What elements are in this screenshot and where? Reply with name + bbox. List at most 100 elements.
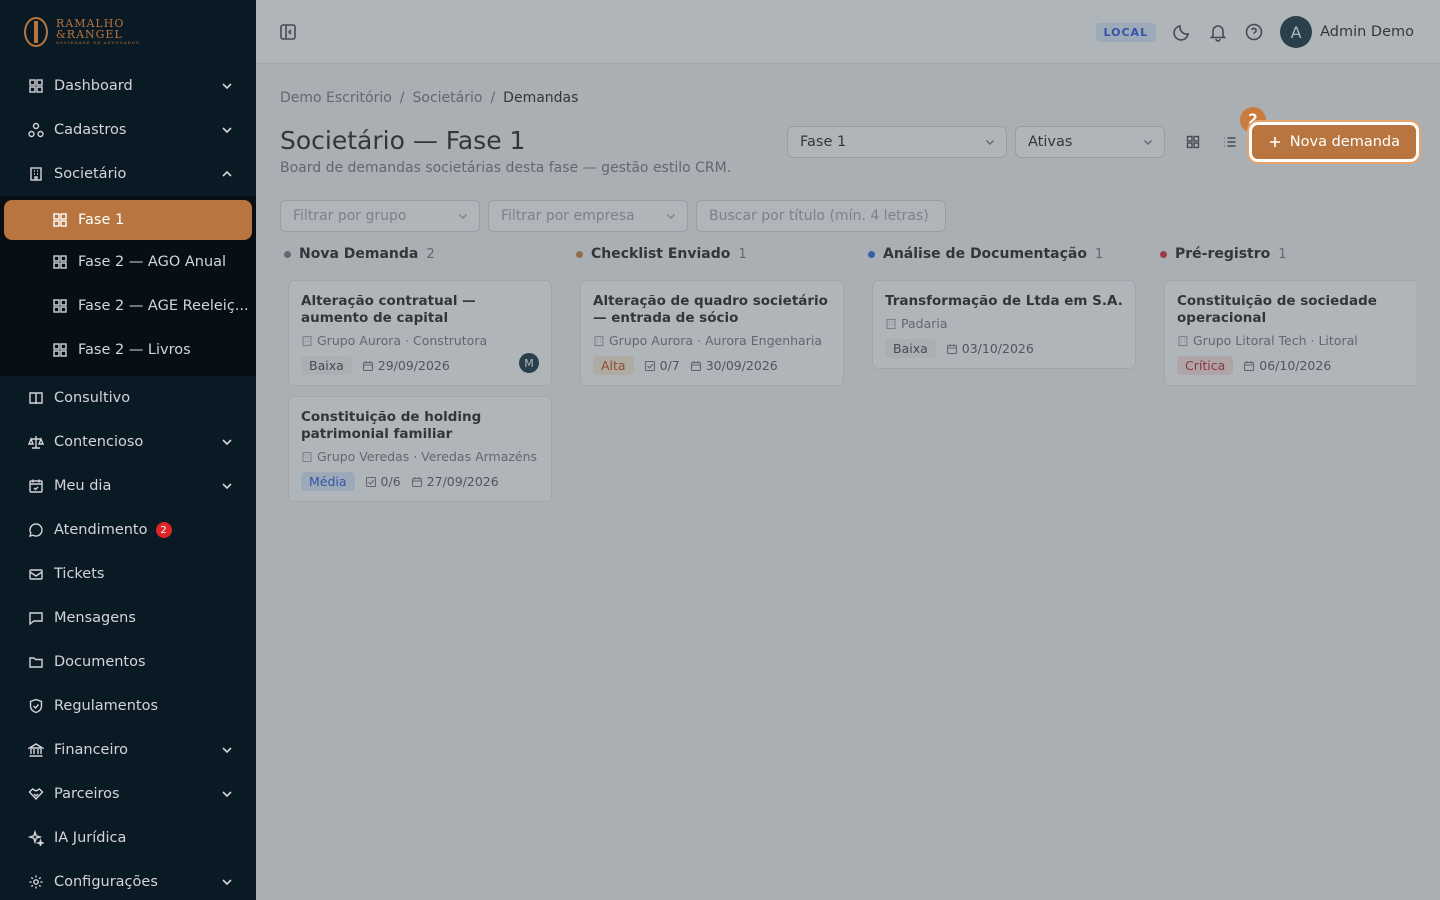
shield-icon (28, 698, 44, 714)
board-view-button[interactable] (1179, 128, 1207, 156)
sidebar-item-societario[interactable]: Societário (0, 152, 256, 196)
sidebar-item-contencioso[interactable]: Contencioso (0, 420, 256, 464)
building-icon (302, 451, 312, 462)
chevron-up-icon (222, 170, 232, 177)
priority-badge: Alta (593, 356, 634, 375)
sidebar-item-label: Configurações (54, 874, 158, 890)
sidebar-nav: Dashboard Cadastros Societário (0, 64, 256, 196)
kanban-column-analise-documentacao: Análise de Documentação 1 Transformação … (864, 244, 1136, 369)
phase-select-value: Fase 1 (800, 134, 847, 150)
bell-icon[interactable] (1208, 22, 1228, 42)
header-actions: LOCAL A Admin Demo (1095, 16, 1414, 48)
list-icon (1224, 137, 1236, 147)
card-title: Alteração de quadro societário — entrada… (593, 293, 828, 326)
sidebar: RAMALHO &RANGEL SOCIEDADE DE ADVOGADOS D… (0, 0, 256, 900)
sidebar-item-regulamentos[interactable]: Regulamentos (0, 684, 256, 728)
brand-logo[interactable]: RAMALHO &RANGEL SOCIEDADE DE ADVOGADOS (0, 0, 256, 64)
chevron-down-icon (222, 791, 232, 798)
sidebar-item-label: Financeiro (54, 742, 129, 758)
user-name[interactable]: Admin Demo (1320, 24, 1414, 40)
gear-icon (28, 874, 44, 890)
chevron-down-icon (222, 483, 232, 490)
sidebar-item-financeiro[interactable]: Financeiro (0, 728, 256, 772)
sparkle-icon (28, 830, 44, 846)
checklist-icon (365, 476, 376, 487)
sidebar-item-tickets[interactable]: Tickets (0, 552, 256, 596)
sidebar-item-ia-juridica[interactable]: IA Jurídica (0, 816, 256, 860)
dark-mode-icon[interactable] (1172, 22, 1192, 42)
breadcrumb-item[interactable]: Societário (413, 90, 483, 106)
sidebar-toggle-icon[interactable] (278, 22, 298, 42)
column-header: Pré-registro 1 (1156, 244, 1416, 264)
chevron-down-icon (222, 127, 232, 134)
new-demand-button[interactable]: Nova demanda (1251, 125, 1416, 159)
demand-card[interactable]: Alteração de quadro societário — entrada… (580, 280, 844, 386)
sidebar-item-label: Parceiros (54, 786, 120, 802)
assignee-avatar[interactable]: M (519, 353, 539, 373)
search-input[interactable]: Buscar por título (mín. 4 letras) (696, 200, 946, 232)
kanban-column-pre-registro: Pré-registro 1 Constituição de sociedade… (1156, 244, 1416, 386)
sidebar-item-configuracoes[interactable]: Configurações (0, 860, 256, 900)
demand-card[interactable]: Alteração contratual — aumento de capita… (288, 280, 552, 386)
calendar-icon (946, 343, 957, 354)
due-date: 03/10/2026 (961, 341, 1034, 356)
company-filter[interactable]: Filtrar por empresa (488, 200, 688, 232)
sidebar-item-label: Atendimento (54, 522, 148, 538)
sidebar-item-consultivo[interactable]: Consultivo (0, 376, 256, 420)
card-title: Transformação de Ltda em S.A. (885, 293, 1123, 309)
status-select[interactable]: Ativas (1015, 126, 1165, 158)
sidebar-item-documentos[interactable]: Documentos (0, 640, 256, 684)
priority-badge: Crítica (1177, 356, 1234, 375)
sidebar-item-atendimento[interactable]: Atendimento 2 (0, 508, 256, 552)
ticket-icon (28, 566, 44, 582)
sidebar-item-dashboard[interactable]: Dashboard (0, 64, 256, 108)
column-status-dot (868, 250, 875, 258)
column-status-dot (284, 250, 291, 258)
calendar-icon (690, 360, 701, 371)
chevron-down-icon (986, 140, 994, 145)
building-icon (28, 166, 44, 182)
notification-count-badge: 2 (155, 522, 172, 538)
sidebar-subitem-fase-2-livros[interactable]: Fase 2 — Livros (0, 328, 256, 372)
scale-icon (28, 434, 44, 450)
sidebar-item-label: Documentos (54, 654, 146, 670)
sidebar-item-meu-dia[interactable]: Meu dia (0, 464, 256, 508)
breadcrumb-item[interactable]: Demo Escritório (280, 90, 392, 106)
sidebar-subitem-fase-2-ago[interactable]: Fase 2 — AGO Anual (0, 240, 256, 284)
card-company: Grupo Litoral Tech · Litoral (1193, 333, 1358, 348)
help-icon[interactable] (1244, 22, 1264, 42)
sidebar-item-label: Mensagens (54, 610, 136, 626)
chevron-down-icon (459, 214, 467, 219)
folder-icon (28, 654, 44, 670)
sidebar-item-mensagens[interactable]: Mensagens (0, 596, 256, 640)
sidebar-item-label: Regulamentos (54, 698, 158, 714)
sidebar-item-cadastros[interactable]: Cadastros (0, 108, 256, 152)
chat-icon (28, 522, 44, 538)
handshake-icon (28, 786, 44, 802)
demand-card[interactable]: Constituição de holding patrimonial fami… (288, 396, 552, 502)
message-icon (28, 610, 44, 626)
sidebar-subitem-fase-2-age[interactable]: Fase 2 — AGE Reeleiç... (0, 284, 256, 328)
column-title: Análise de Documentação (883, 246, 1087, 262)
sidebar-nav-lower: Consultivo Contencioso Meu dia Atendimen… (0, 376, 256, 900)
column-header: Análise de Documentação 1 (864, 244, 1128, 264)
due-date: 27/09/2026 (426, 474, 499, 489)
card-title: Constituição de holding patrimonial fami… (301, 409, 482, 442)
chevron-down-icon (1144, 140, 1152, 145)
sidebar-item-parceiros[interactable]: Parceiros (0, 772, 256, 816)
bank-icon (28, 742, 44, 758)
chevron-down-icon (667, 214, 675, 219)
card-company: Padaria (901, 316, 948, 331)
demand-card[interactable]: Constituição de sociedade operacional Gr… (1164, 280, 1416, 386)
group-filter[interactable]: Filtrar por grupo (280, 200, 480, 232)
page-subtitle: Board de demandas societárias desta fase… (280, 160, 732, 176)
kanban-column-checklist-enviado: Checklist Enviado 1 Alteração de quadro … (572, 244, 844, 386)
list-view-button[interactable] (1216, 128, 1244, 156)
column-status-dot (1160, 250, 1167, 258)
card-company: Grupo Aurora · Construtora (317, 333, 488, 348)
user-avatar[interactable]: A (1280, 16, 1313, 48)
sidebar-subitem-fase-1[interactable]: Fase 1 (4, 200, 252, 240)
breadcrumb-current: Demandas (503, 90, 579, 106)
demand-card[interactable]: Transformação de Ltda em S.A. Padaria Ba… (872, 280, 1136, 369)
phase-select[interactable]: Fase 1 (787, 126, 1007, 158)
